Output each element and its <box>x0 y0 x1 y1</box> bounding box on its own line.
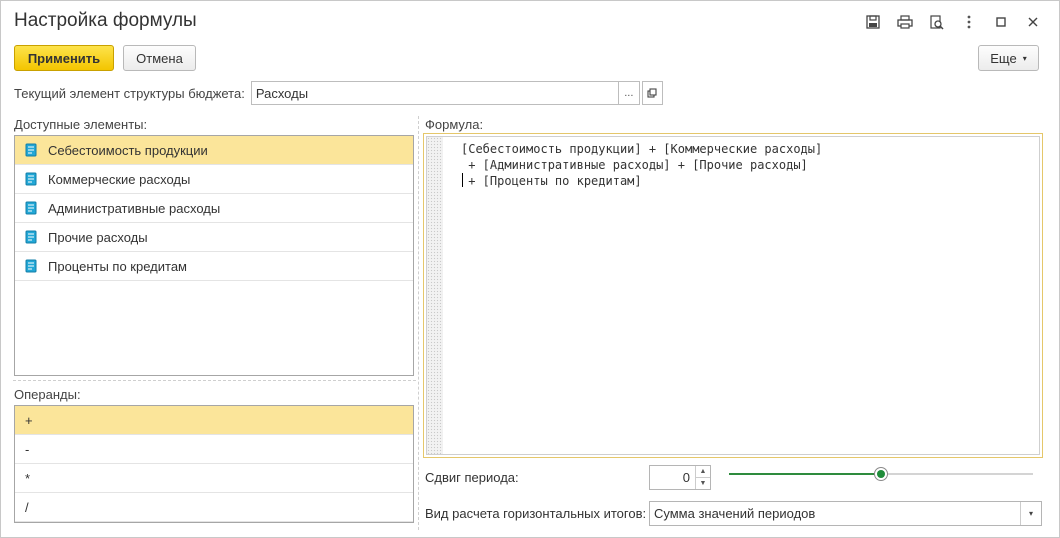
list-item-label: Административные расходы <box>48 200 221 216</box>
stepper-down-icon[interactable]: ▼ <box>696 478 710 489</box>
period-shift-slider[interactable] <box>729 465 1033 489</box>
current-element-row: Текущий элемент структуры бюджета: Расхо… <box>14 81 663 105</box>
horizontal-totals-value[interactable]: Сумма значений периодов <box>650 502 1020 525</box>
list-item[interactable]: Административные расходы <box>15 194 413 223</box>
formula-editor-area[interactable]: [Себестоимость продукции] + [Коммерчески… <box>426 136 1040 455</box>
list-item[interactable]: Проценты по кредитам <box>15 252 413 281</box>
formula-editor[interactable]: [Себестоимость продукции] + [Коммерчески… <box>423 133 1043 458</box>
list-item-label: Проценты по кредитам <box>48 258 187 274</box>
print-icon[interactable] <box>893 11 917 33</box>
horizontal-totals-row: Вид расчета горизонтальных итогов: <box>425 501 646 525</box>
list-item[interactable]: + <box>15 406 413 435</box>
formula-label: Формула: <box>425 117 484 132</box>
apply-button[interactable]: Применить <box>14 45 114 71</box>
stepper-arrows: ▲ ▼ <box>695 466 710 489</box>
period-shift-row: Сдвиг периода: <box>425 465 519 489</box>
list-item[interactable]: Прочие расходы <box>15 223 413 252</box>
list-item[interactable]: Себестоимость продукции <box>15 136 413 165</box>
print-preview-icon[interactable] <box>925 11 949 33</box>
slider-fill <box>729 473 881 475</box>
list-item-label: / <box>25 499 29 515</box>
vertical-splitter[interactable] <box>418 116 419 530</box>
budget-item-icon <box>25 230 37 244</box>
dropdown-arrow-icon[interactable]: ▾ <box>1020 502 1041 525</box>
list-item-label: * <box>25 470 31 486</box>
stepper-up-icon[interactable]: ▲ <box>696 466 710 478</box>
budget-item-icon <box>25 143 37 157</box>
current-element-label: Текущий элемент структуры бюджета: <box>14 85 245 101</box>
more-vertical-icon[interactable] <box>957 11 981 33</box>
period-shift-stepper[interactable]: 0 ▲ ▼ <box>649 465 711 490</box>
list-item-label: Прочие расходы <box>48 229 148 245</box>
horizontal-totals-label: Вид расчета горизонтальных итогов: <box>425 505 647 521</box>
budget-item-icon <box>25 259 37 273</box>
chevron-down-icon: ▾ <box>1022 53 1027 63</box>
maximize-icon[interactable] <box>989 11 1013 33</box>
command-bar: Применить Отмена <box>14 45 196 71</box>
formula-gutter <box>427 137 443 454</box>
list-item[interactable]: Коммерческие расходы <box>15 165 413 194</box>
save-icon[interactable] <box>861 11 885 33</box>
more-button-label: Еще <box>990 50 1017 66</box>
cancel-button[interactable]: Отмена <box>123 45 196 71</box>
close-icon[interactable] <box>1021 11 1045 33</box>
available-elements-label: Доступные элементы: <box>14 117 148 132</box>
more-button[interactable]: Еще ▾ <box>978 45 1039 71</box>
select-button[interactable]: ... <box>618 81 640 105</box>
horizontal-totals-select[interactable]: Сумма значений периодов ▾ <box>649 501 1042 526</box>
list-item-label: Себестоимость продукции <box>48 142 208 158</box>
list-item[interactable]: / <box>15 493 413 522</box>
list-item[interactable]: - <box>15 435 413 464</box>
current-element-input[interactable]: Расходы <box>250 81 619 105</box>
window-title: Настройка формулы <box>14 10 197 31</box>
list-item[interactable]: * <box>15 464 413 493</box>
list-item-label: Коммерческие расходы <box>48 171 191 187</box>
formula-text[interactable]: [Себестоимость продукции] + [Коммерчески… <box>461 141 822 189</box>
budget-item-icon <box>25 172 37 186</box>
window-controls <box>861 11 1045 33</box>
period-shift-input[interactable]: 0 <box>650 466 695 489</box>
available-elements-list: Себестоимость продукции Коммерческие расх… <box>14 135 414 376</box>
operands-list: + - * / <box>14 405 414 523</box>
text-cursor <box>462 173 463 187</box>
slider-thumb[interactable] <box>874 467 888 481</box>
slider-ticks <box>729 484 1033 486</box>
horizontal-splitter[interactable] <box>13 380 416 381</box>
budget-item-icon <box>25 201 37 215</box>
period-shift-label: Сдвиг периода: <box>425 469 519 485</box>
formula-settings-window: Настройка формулы Применить Отмена Еще ▾… <box>0 0 1060 538</box>
open-window-icon[interactable] <box>641 81 663 105</box>
list-item-label: + <box>25 412 33 428</box>
operands-label: Операнды: <box>14 387 81 402</box>
list-item-label: - <box>25 441 30 457</box>
